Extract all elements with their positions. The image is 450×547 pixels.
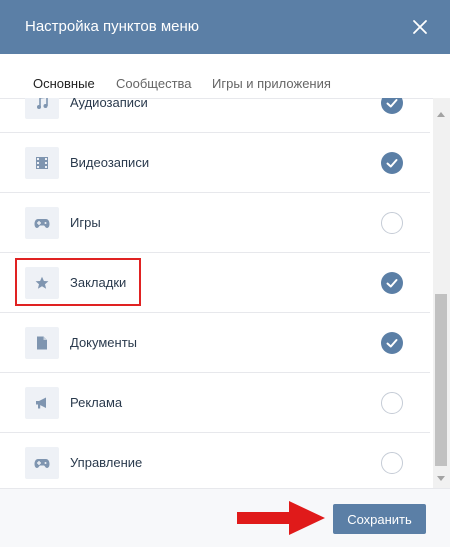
checkbox-checked[interactable] (381, 152, 403, 174)
megaphone-icon (25, 387, 59, 419)
tab-bar: Основные Сообщества Игры и приложения (0, 54, 450, 99)
arrow-right-icon (237, 501, 325, 535)
tab-main[interactable]: Основные (33, 76, 95, 91)
tab-games-apps[interactable]: Игры и приложения (212, 76, 331, 91)
check-icon (386, 279, 398, 288)
save-button[interactable]: Сохранить (333, 504, 426, 534)
gamepad-icon (25, 207, 59, 239)
scroll-up-icon[interactable] (437, 112, 445, 117)
checkbox-unchecked[interactable] (381, 392, 403, 414)
list-item[interactable]: Реклама (0, 373, 430, 433)
item-label: Документы (70, 335, 138, 350)
list-item[interactable]: Видеозаписи (0, 133, 430, 193)
document-icon (25, 327, 59, 359)
dialog-title: Настройка пунктов меню (25, 18, 200, 35)
item-label: Аудиозаписи (70, 98, 148, 110)
gamepad-icon (25, 447, 59, 479)
film-icon (25, 147, 59, 179)
scrollbar[interactable] (433, 98, 450, 488)
dialog-footer: Сохранить (0, 488, 450, 547)
checkbox-checked[interactable] (381, 272, 403, 294)
check-icon (386, 339, 398, 348)
checkbox-unchecked[interactable] (381, 452, 403, 474)
list-item[interactable]: Аудиозаписи (0, 98, 430, 133)
item-label: Управление (70, 455, 143, 470)
checkbox-checked[interactable] (381, 332, 403, 354)
scroll-down-icon[interactable] (437, 476, 445, 481)
list-item[interactable]: Документы (0, 313, 430, 373)
item-label: Реклама (70, 395, 123, 410)
check-icon (386, 99, 398, 108)
check-icon (386, 159, 398, 168)
tab-communities[interactable]: Сообщества (116, 76, 192, 91)
item-label: Видеозаписи (70, 155, 150, 170)
list-item[interactable]: Игры (0, 193, 430, 253)
close-icon[interactable] (410, 17, 430, 37)
checkbox-checked[interactable] (381, 98, 403, 114)
list-item[interactable]: Управление (0, 433, 430, 488)
music-note-icon (25, 98, 59, 119)
dialog-header: Настройка пунктов меню (0, 0, 450, 54)
scrollbar-thumb[interactable] (435, 294, 447, 466)
item-label: Игры (70, 215, 101, 230)
checkbox-unchecked[interactable] (381, 212, 403, 234)
highlight-box (15, 258, 141, 306)
